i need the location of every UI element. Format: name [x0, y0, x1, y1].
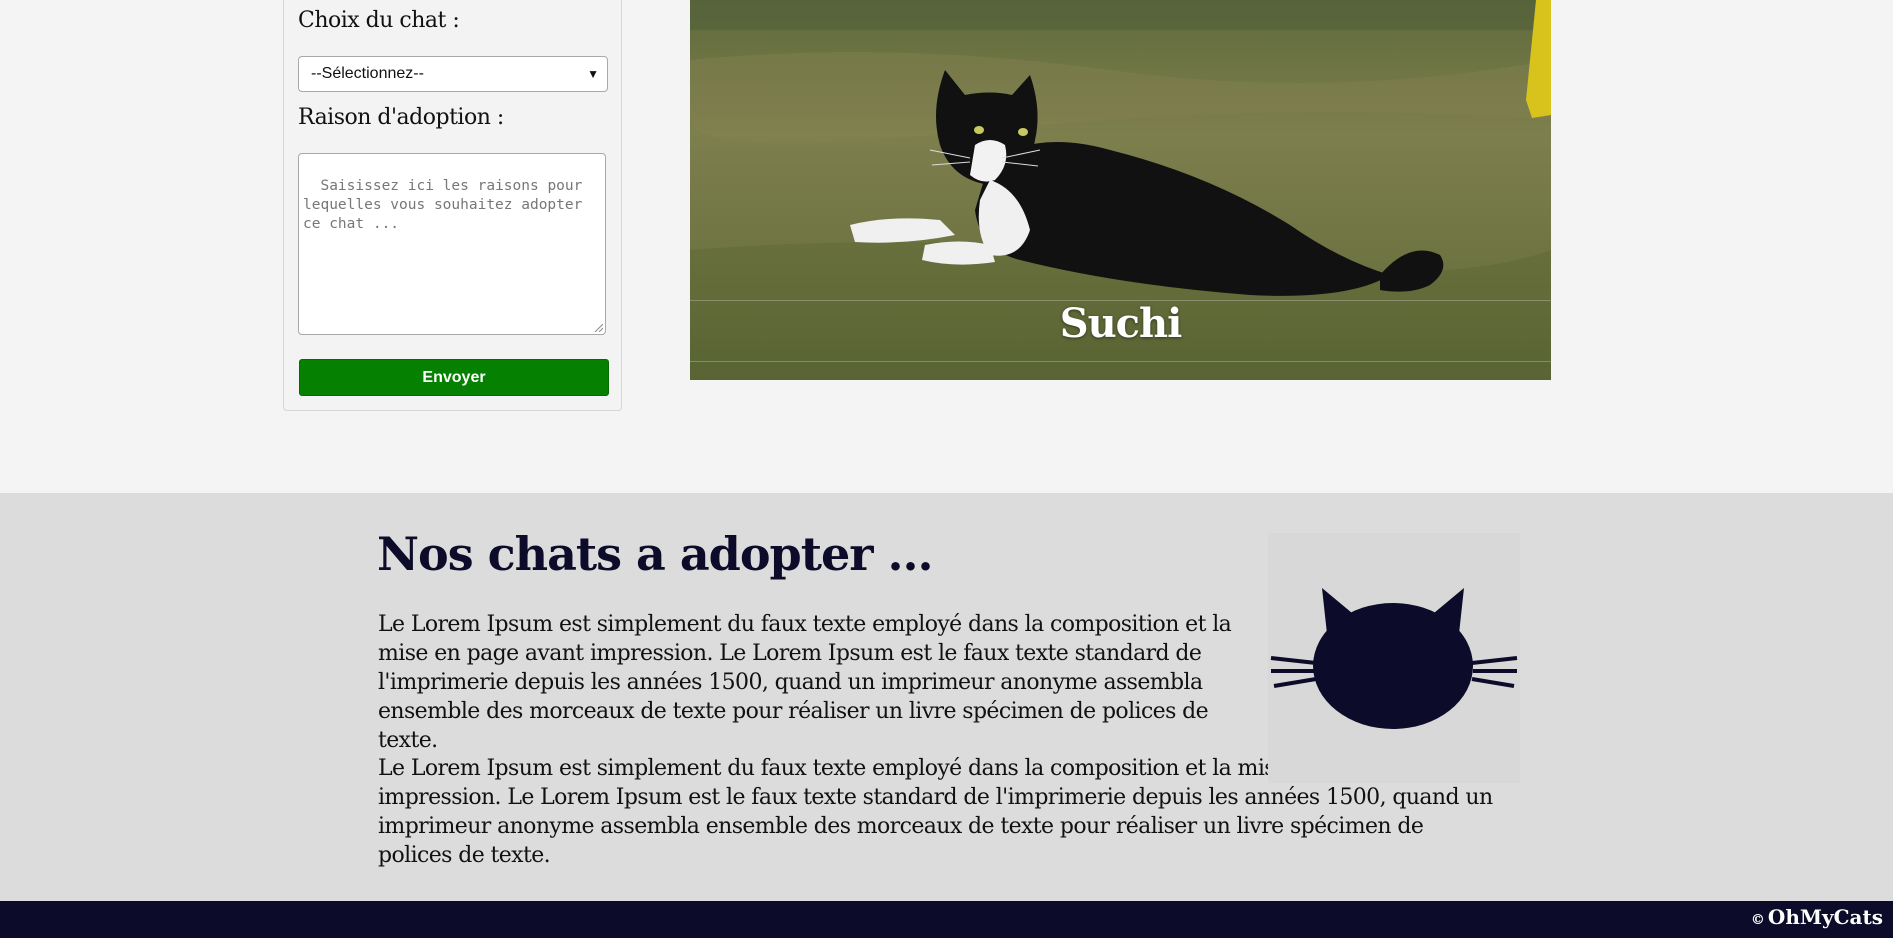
chevron-down-icon: ▼	[587, 67, 599, 81]
cat-select-value: --Sélectionnez--	[311, 65, 424, 82]
cat-name-caption: Suchi	[1059, 300, 1183, 347]
adoption-section: Nos chats a adopter ... Le Lorem Ipsum e…	[0, 493, 1893, 901]
reason-textarea[interactable]: Saisissez ici les raisons pour lequelles…	[298, 153, 606, 335]
reason-placeholder: Saisissez ici les raisons pour lequelles…	[303, 178, 592, 232]
copyright-symbol: ©	[1750, 912, 1765, 928]
reason-label: Raison d'adoption :	[298, 105, 504, 130]
intro-paragraph-1: Le Lorem Ipsum est simplement du faux te…	[378, 612, 1232, 753]
resize-handle-icon[interactable]	[593, 322, 603, 332]
cat-head-icon	[1268, 533, 1520, 783]
footer-brand: © OhMyCats	[1751, 905, 1883, 929]
section-title: Nos chats a adopter ...	[377, 527, 934, 581]
brand-name: OhMyCats	[1767, 905, 1883, 929]
cat-choice-label: Choix du chat :	[298, 8, 460, 33]
footer: © OhMyCats	[0, 901, 1893, 938]
cat-photo: Suchi	[690, 0, 1551, 380]
submit-button[interactable]: Envoyer	[299, 359, 609, 396]
cat-select[interactable]: --Sélectionnez-- ▼	[298, 56, 608, 92]
